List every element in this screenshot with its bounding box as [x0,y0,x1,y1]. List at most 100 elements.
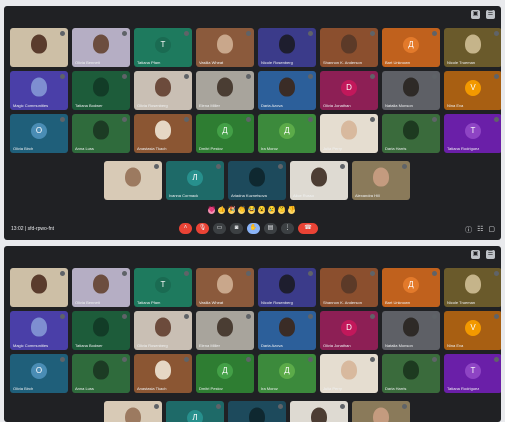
participant-tile[interactable]: Magic Communities [10,71,68,110]
window-icon[interactable]: ▣ [471,250,480,259]
mic-off-icon[interactable]: 🎙 [196,223,209,234]
reaction-button[interactable]: 👎 [288,207,295,214]
participant-tile[interactable]: O Olivia Birch [10,354,68,393]
participant-tile[interactable]: Shannon K. Anderson [320,268,378,307]
participant-tile[interactable]: Anna Luss [72,114,130,153]
participant-tile[interactable]: Elena Miller [196,311,254,350]
mic-status-icon [60,271,65,276]
people-icon[interactable]: ☰ [486,250,495,259]
reaction-button[interactable]: 👏 [238,207,245,214]
participant-tile[interactable]: Д Bart Unknown [382,28,440,67]
participant-tile[interactable]: Tatiana Bodwer [72,71,130,110]
participant-tile[interactable]: Nicole Rosenberg [258,268,316,307]
cam-icon[interactable]: ▭ [213,223,226,234]
participant-tile[interactable]: Natalia Monson [382,71,440,110]
participant-tile[interactable] [104,401,162,422]
reaction-button[interactable]: 😂 [248,207,255,214]
cc-icon[interactable]: ◙ [230,223,243,234]
people-icon[interactable]: ☷ [477,225,483,235]
participant-tile[interactable]: ЛIvanna Cormack [166,161,224,200]
control-bar: 13:02 | sfd-rpwo-fnt ˄ 🎙 ▭ ◙ ✋ ▤ ⋮ ☎ ⓘ ☷… [4,222,501,238]
mic-status-icon [278,164,283,169]
video-feed [341,274,357,294]
participant-tile[interactable]: Д Dmitri Pestov [196,354,254,393]
participant-tile[interactable]: Magic Communities [10,311,68,350]
window-icon[interactable]: ▣ [471,10,480,19]
participant-tile[interactable]: V Nina Eva [444,311,501,350]
info-icon[interactable]: ⓘ [465,225,472,235]
participant-tile[interactable]: Olivia Rosenberg [134,311,192,350]
participant-tile[interactable]: Daria Azova [258,311,316,350]
reaction-button[interactable]: 👍 [218,207,225,214]
participant-tile[interactable]: Olivia Bennett [72,268,130,307]
participant-tile[interactable]: Т Tatiana Rodriguez [444,114,501,153]
avatar: Д [279,123,295,140]
participant-tile[interactable]: Julia Perry [320,114,378,153]
participant-tile[interactable]: Д Bart Unknown [382,268,440,307]
video-feed [217,274,233,294]
participant-tile[interactable]: Т Tatiana Pfam [134,268,192,307]
end-call-icon[interactable]: ☎ [298,223,318,234]
participant-tile[interactable]: Nicole Trueman [444,28,501,67]
participant-tile[interactable]: Alice Russo [290,401,348,422]
participant-tile[interactable]: Anna Luss [72,354,130,393]
participant-tile[interactable]: Nicole Rosenberg [258,28,316,67]
participant-tile[interactable]: D Olivia Jonathan [320,71,378,110]
participant-tile[interactable] [10,28,68,67]
participant-tile[interactable] [104,161,162,200]
participant-tile[interactable]: Natalia Monson [382,311,440,350]
participant-tile[interactable]: Д Dmitri Pestov [196,114,254,153]
participant-name: Olivia Birch [13,386,34,391]
reaction-button[interactable]: 💗 [208,207,215,214]
participant-tile[interactable]: Olivia Bennett [72,28,130,67]
reaction-button[interactable]: 🤔 [278,207,285,214]
participant-tile[interactable]: Shannon K. Anderson [320,28,378,67]
participant-name: Dmitri Pestov [199,146,223,151]
participant-tile[interactable]: Julia Perry [320,354,378,393]
video-feed [93,77,109,97]
participant-tile[interactable]: Т Tatiana Pfam [134,28,192,67]
people-icon[interactable]: ☰ [486,10,495,19]
participant-tile[interactable]: ЛIvanna Cormack [166,401,224,422]
participant-tile[interactable]: Ariadna Kuznetsova [228,161,286,200]
chat-icon[interactable]: ▢ [488,225,495,235]
reaction-button[interactable]: 😮 [258,207,265,214]
avatar: Д [217,363,233,380]
participant-tile[interactable]: Nicole Trueman [444,268,501,307]
participant-tile[interactable]: Daria Azova [258,71,316,110]
raise-icon[interactable]: ✋ [247,223,260,234]
participant-tile[interactable]: Daria Harris [382,114,440,153]
participant-tile[interactable]: Д Ira Moroz [258,114,316,153]
mic-status-icon [370,31,375,36]
participant-tile[interactable]: Olivia Rosenberg [134,71,192,110]
participant-tile[interactable]: Т Tatiana Rodriguez [444,354,501,393]
arrow-icon[interactable]: ˄ [179,223,192,234]
participant-name: Ariadna Kuznetsova [231,193,267,198]
participant-tile[interactable]: Elena Miller [196,71,254,110]
participant-tile[interactable]: Tatiana Bodwer [72,311,130,350]
avatar: Л [187,410,203,422]
participant-tile[interactable]: Alice Russo [290,161,348,200]
video-feed [125,407,141,422]
reaction-button[interactable]: 😢 [268,207,275,214]
participant-tile[interactable]: V Nina Eva [444,71,501,110]
present-icon[interactable]: ▤ [264,223,277,234]
participant-tile[interactable]: Alexandra Hill [352,401,410,422]
participant-tile[interactable]: Daria Harris [382,354,440,393]
mic-status-icon [308,271,313,276]
reaction-button[interactable]: 🎉 [228,207,235,214]
participant-tile[interactable]: D Olivia Jonathan [320,311,378,350]
participant-tile[interactable]: Alexandra Hill [352,161,410,200]
participant-tile[interactable]: Anastasia Tkach [134,114,192,153]
more-icon[interactable]: ⋮ [281,223,294,234]
participant-tile[interactable] [10,268,68,307]
participant-tile[interactable]: O Olivia Birch [10,114,68,153]
video-feed [373,167,389,187]
mic-status-icon [122,74,127,79]
participant-tile[interactable]: Vasilia Wheat [196,28,254,67]
participant-tile[interactable]: Ariadna Kuznetsova [228,401,286,422]
participant-tile[interactable]: Д Ira Moroz [258,354,316,393]
video-feed [93,317,109,337]
participant-tile[interactable]: Vasilia Wheat [196,268,254,307]
participant-tile[interactable]: Anastasia Tkach [134,354,192,393]
